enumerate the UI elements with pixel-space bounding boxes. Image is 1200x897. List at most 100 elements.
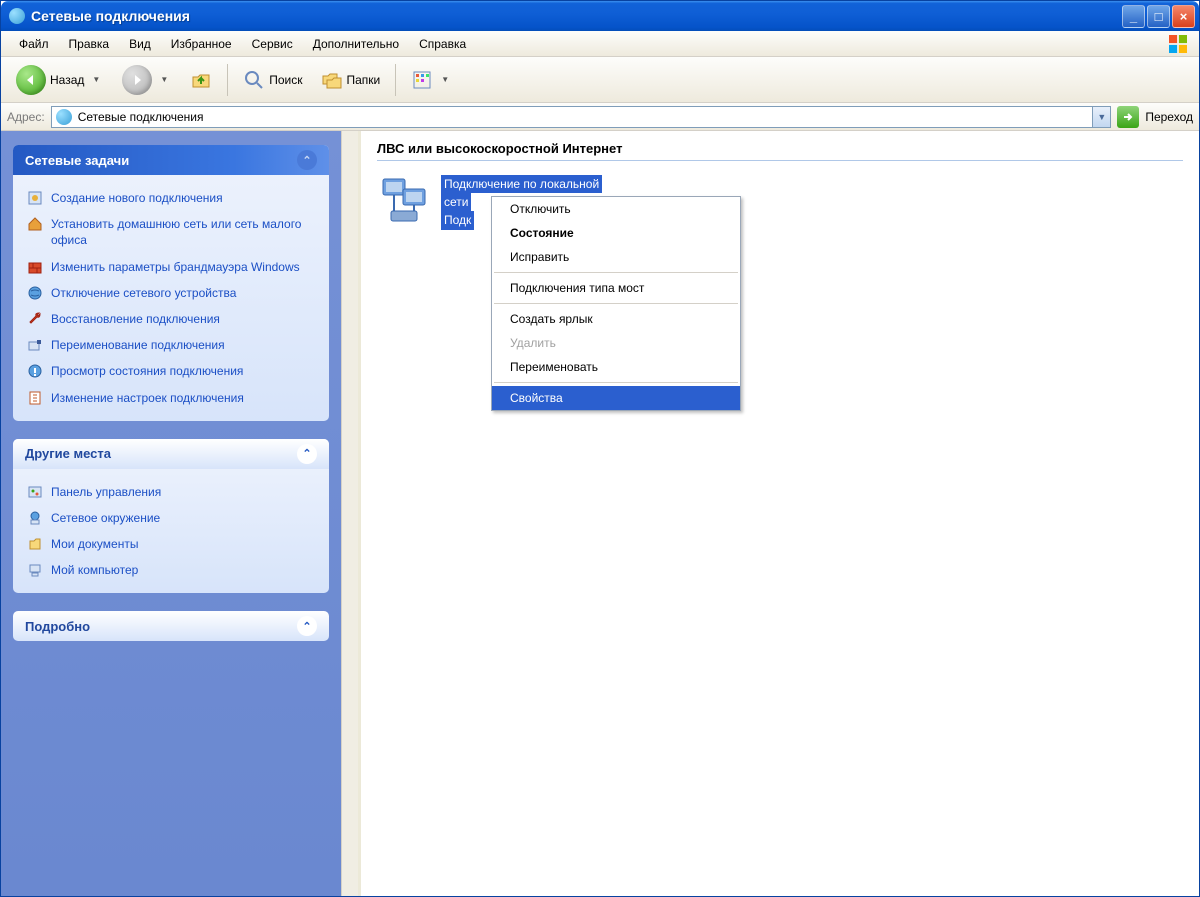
menu-tools[interactable]: Сервис	[242, 33, 303, 55]
cm-separator	[494, 272, 738, 273]
chevron-up-icon: ⌃	[297, 444, 317, 464]
panel-other-places: Другие места ⌃ Панель управления Сетевое…	[13, 439, 329, 594]
globe-icon	[27, 285, 43, 301]
address-dropdown-icon[interactable]: ▼	[1093, 106, 1111, 128]
link-label: Переименование подключения	[51, 337, 225, 353]
section-header: ЛВС или высокоскоростной Интернет	[377, 141, 1183, 161]
panel-header[interactable]: Другие места ⌃	[13, 439, 329, 469]
panel-list: Создание нового подключения Установить д…	[13, 175, 329, 421]
menu-advanced[interactable]: Дополнительно	[303, 33, 409, 55]
cm-separator	[494, 303, 738, 304]
toolbar-separator	[395, 64, 396, 96]
search-label: Поиск	[269, 73, 302, 87]
windows-logo-icon	[1165, 33, 1191, 55]
cm-delete: Удалить	[492, 331, 740, 355]
link-label: Установить домашнюю сеть или сеть малого…	[51, 216, 315, 248]
cm-repair[interactable]: Исправить	[492, 245, 740, 269]
computer-icon	[27, 562, 43, 578]
sidebar-item-network-places[interactable]: Сетевое окружение	[13, 505, 329, 531]
wrench-icon	[27, 311, 43, 327]
status-icon	[27, 363, 43, 379]
window-title: Сетевые подключения	[31, 8, 1122, 24]
titlebar: Сетевые подключения _ □ ×	[1, 1, 1199, 31]
documents-icon	[27, 536, 43, 552]
sidebar-item-new-connection[interactable]: Создание нового подключения	[13, 185, 329, 211]
sidebar-item-rename[interactable]: Переименование подключения	[13, 332, 329, 358]
sidebar-item-status[interactable]: Просмотр состояния подключения	[13, 358, 329, 384]
sidebar-item-settings[interactable]: Изменение настроек подключения	[13, 385, 329, 411]
menu-favorites[interactable]: Избранное	[161, 33, 242, 55]
cm-shortcut[interactable]: Создать ярлык	[492, 307, 740, 331]
link-label: Изменение настроек подключения	[51, 390, 244, 406]
control-panel-icon	[27, 484, 43, 500]
toolbar: Назад ▼ ▼ Поиск Папки	[1, 57, 1199, 103]
go-label: Переход	[1145, 110, 1193, 124]
link-label: Создание нового подключения	[51, 190, 223, 206]
panel-list: Панель управления Сетевое окружение Мои …	[13, 469, 329, 594]
forward-dropdown-icon[interactable]: ▼	[156, 75, 172, 84]
menu-edit[interactable]: Правка	[59, 33, 120, 55]
address-label: Адрес:	[7, 110, 45, 124]
sidebar-item-disable-device[interactable]: Отключение сетевого устройства	[13, 280, 329, 306]
cm-status[interactable]: Состояние	[492, 221, 740, 245]
views-icon	[411, 69, 433, 91]
menu-view[interactable]: Вид	[119, 33, 161, 55]
link-label: Панель управления	[51, 484, 161, 500]
link-label: Восстановление подключения	[51, 311, 220, 327]
panel-header[interactable]: Подробно ⌃	[13, 611, 329, 641]
sidebar-scrollbar[interactable]	[341, 131, 358, 896]
sidebar-item-my-documents[interactable]: Мои документы	[13, 531, 329, 557]
forward-button[interactable]: ▼	[115, 63, 179, 97]
address-value: Сетевые подключения	[78, 110, 204, 124]
cm-separator	[494, 382, 738, 383]
cm-bridge[interactable]: Подключения типа мост	[492, 276, 740, 300]
menu-help[interactable]: Справка	[409, 33, 476, 55]
sidebar-item-repair[interactable]: Восстановление подключения	[13, 306, 329, 332]
sidebar-item-control-panel[interactable]: Панель управления	[13, 479, 329, 505]
content-area: ЛВС или высокоскоростной Интернет Подклю…	[358, 131, 1199, 896]
home-network-icon	[27, 216, 43, 232]
panel-header[interactable]: Сетевые задачи ⌃	[13, 145, 329, 175]
connection-label-line1: Подключение по локальной	[441, 175, 602, 193]
panel-details: Подробно ⌃	[13, 611, 329, 641]
settings-icon	[27, 390, 43, 406]
menubar: Файл Правка Вид Избранное Сервис Дополни…	[1, 31, 1199, 57]
wizard-icon	[27, 190, 43, 206]
back-dropdown-icon[interactable]: ▼	[88, 75, 104, 84]
connection-label-line2: сети	[441, 193, 471, 211]
window: Сетевые подключения _ □ × Файл Правка Ви…	[0, 0, 1200, 897]
views-dropdown-icon[interactable]: ▼	[437, 75, 453, 84]
cm-rename[interactable]: Переименовать	[492, 355, 740, 379]
address-input[interactable]: Сетевые подключения	[51, 106, 1094, 128]
sidebar-item-my-computer[interactable]: Мой компьютер	[13, 557, 329, 583]
sidebar-item-setup-network[interactable]: Установить домашнюю сеть или сеть малого…	[13, 211, 329, 253]
cm-properties[interactable]: Свойства	[492, 386, 740, 410]
panel-network-tasks: Сетевые задачи ⌃ Создание нового подключ…	[13, 145, 329, 421]
search-button[interactable]: Поиск	[236, 63, 309, 97]
link-label: Мой компьютер	[51, 562, 138, 578]
menu-file[interactable]: Файл	[9, 33, 59, 55]
sidebar-item-firewall[interactable]: Изменить параметры брандмауэра Windows	[13, 254, 329, 280]
connection-label-line3: Подк	[441, 211, 474, 229]
network-connections-icon	[9, 8, 25, 24]
up-button[interactable]	[183, 63, 219, 97]
close-button[interactable]: ×	[1172, 5, 1195, 28]
link-label: Изменить параметры брандмауэра Windows	[51, 259, 300, 275]
back-button[interactable]: Назад ▼	[9, 63, 111, 97]
views-button[interactable]: ▼	[404, 63, 460, 97]
folder-up-icon	[190, 69, 212, 91]
folders-button[interactable]: Папки	[314, 63, 388, 97]
rename-icon	[27, 337, 43, 353]
forward-arrow-icon	[122, 65, 152, 95]
search-icon	[243, 69, 265, 91]
network-places-icon	[27, 510, 43, 526]
minimize-button[interactable]: _	[1122, 5, 1145, 28]
back-label: Назад	[50, 73, 84, 87]
panel-title: Другие места	[25, 446, 111, 461]
link-label: Отключение сетевого устройства	[51, 285, 236, 301]
maximize-button[interactable]: □	[1147, 5, 1170, 28]
panel-title: Сетевые задачи	[25, 153, 129, 168]
folders-icon	[321, 69, 343, 91]
go-button[interactable]	[1117, 106, 1139, 128]
cm-disconnect[interactable]: Отключить	[492, 197, 740, 221]
